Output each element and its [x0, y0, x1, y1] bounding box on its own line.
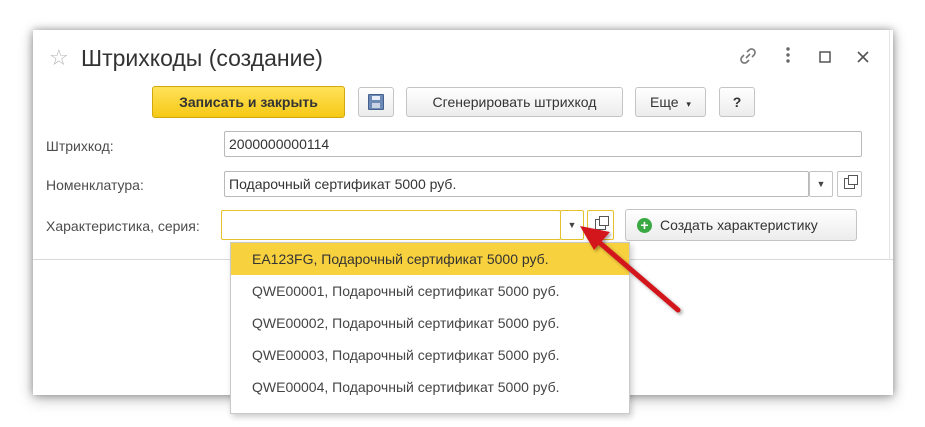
right-edge-divider — [889, 30, 890, 260]
window-title: Штрихкоды (создание) — [81, 45, 323, 71]
characteristic-label: Характеристика, серия: — [46, 218, 200, 234]
save-and-close-button[interactable]: Записать и закрыть — [152, 86, 345, 118]
help-button[interactable]: ? — [719, 87, 755, 117]
characteristic-field[interactable] — [221, 210, 561, 240]
close-icon[interactable] — [851, 46, 875, 70]
nomenclature-field[interactable]: Подарочный сертификат 5000 руб. — [224, 171, 809, 197]
more-icon[interactable] — [776, 46, 800, 70]
dropdown-item[interactable]: QWE00004, Подарочный сертификат 5000 руб… — [231, 371, 629, 403]
open-form-icon — [844, 175, 858, 189]
dropdown-arrow-icon: ▼ — [816, 179, 826, 189]
nomenclature-dropdown-button[interactable]: ▼ — [809, 171, 833, 197]
dropdown-item[interactable]: QWE00003, Подарочный сертификат 5000 руб… — [231, 339, 629, 371]
chevron-down-icon: ▾ — [686, 99, 691, 109]
save-button[interactable] — [358, 87, 394, 117]
nomenclature-open-button[interactable] — [837, 171, 862, 197]
barcode-field[interactable]: 2000000000114 — [224, 131, 862, 157]
star-icon[interactable]: ☆ — [49, 47, 69, 69]
annotation-arrow — [580, 226, 681, 313]
nomenclature-label: Номенклатура: — [46, 177, 144, 193]
maximize-icon[interactable] — [813, 46, 837, 70]
floppy-disk-icon — [368, 94, 384, 110]
link-icon[interactable] — [736, 46, 760, 70]
barcode-label: Штрихкод: — [46, 138, 114, 154]
more-menu-button[interactable]: Еще ▾ — [635, 87, 706, 117]
generate-barcode-button[interactable]: Сгенерировать штрихкод — [406, 87, 623, 117]
more-menu-label: Еще — [650, 94, 679, 110]
